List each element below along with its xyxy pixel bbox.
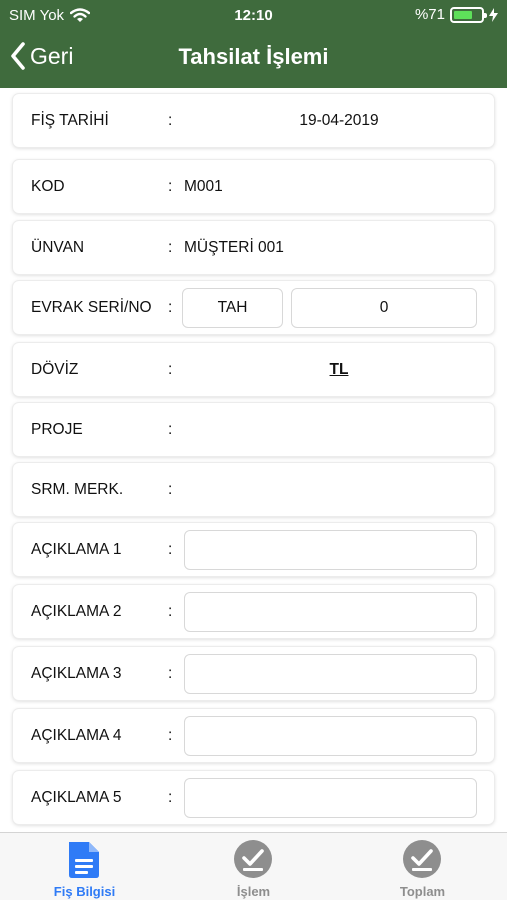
colon: : (168, 421, 173, 438)
aciklama-3-input[interactable] (184, 654, 477, 694)
aciklama-2-input[interactable] (184, 592, 477, 632)
row-aciklama-4: AÇIKLAMA 4 : (13, 709, 494, 762)
evrak-seri-field[interactable]: TAH (182, 288, 283, 328)
fis-tarihi-value[interactable]: 19-04-2019 (184, 94, 494, 147)
aciklama-1-label: AÇIKLAMA 1 (31, 541, 122, 558)
colon: : (168, 727, 173, 744)
aciklama-4-label: AÇIKLAMA 4 (31, 727, 122, 744)
nav-bar: Geri Tahsilat İşlemi (0, 30, 507, 88)
row-aciklama-5: AÇIKLAMA 5 : (13, 771, 494, 824)
battery-percent: %71 (414, 6, 445, 23)
srm-merk-label: SRM. MERK. (31, 481, 124, 498)
tab-bar: Fiş Bilgisi İşlem Toplam (0, 832, 507, 900)
doviz-selector[interactable]: TL (184, 343, 494, 396)
evrak-label: EVRAK SERİ/NO (31, 299, 152, 316)
aciklama-2-label: AÇIKLAMA 2 (31, 603, 122, 620)
aciklama-3-label: AÇIKLAMA 3 (31, 665, 122, 682)
colon: : (168, 361, 173, 378)
row-aciklama-1: AÇIKLAMA 1 : (13, 523, 494, 576)
kod-value: M001 (184, 178, 223, 195)
doviz-label: DÖVİZ (31, 361, 79, 378)
row-fis-tarihi[interactable]: FİŞ TARİHİ : 19-04-2019 (13, 94, 494, 147)
aciklama-4-input[interactable] (184, 716, 477, 756)
row-doviz[interactable]: DÖVİZ : TL (13, 343, 494, 396)
row-proje[interactable]: PROJE : (13, 403, 494, 456)
colon: : (168, 239, 173, 256)
check-circle-icon (234, 840, 272, 878)
charging-bolt-icon (489, 7, 498, 22)
battery-level (454, 10, 473, 19)
page-title: Tahsilat İşlemi (178, 44, 329, 69)
unvan-value: MÜŞTERİ 001 (184, 239, 284, 256)
colon: : (168, 665, 173, 682)
row-kod[interactable]: KOD : M001 (13, 160, 494, 213)
tab-toplam[interactable]: Toplam (338, 837, 507, 899)
unvan-label: ÜNVAN (31, 239, 85, 256)
aciklama-1-input[interactable] (184, 530, 477, 570)
check-circle-icon (403, 840, 441, 878)
proje-label: PROJE (31, 421, 83, 438)
colon: : (168, 112, 173, 129)
aciklama-5-label: AÇIKLAMA 5 (31, 789, 122, 806)
colon: : (168, 299, 173, 316)
colon: : (168, 789, 173, 806)
row-srm-merk[interactable]: SRM. MERK. : (13, 463, 494, 516)
battery-info: %71 (415, 6, 498, 23)
tab-islem[interactable]: İşlem (169, 837, 338, 899)
status-bar: SIM Yok 12:10 %71 (0, 0, 507, 30)
kod-label: KOD (31, 178, 65, 195)
colon: : (168, 481, 173, 498)
aciklama-5-input[interactable] (184, 778, 477, 818)
tab-toplam-label: Toplam (399, 884, 446, 899)
fis-tarihi-label: FİŞ TARİHİ (31, 112, 109, 129)
tab-fis-bilgisi-label: Fiş Bilgisi (53, 884, 116, 899)
row-unvan[interactable]: ÜNVAN : MÜŞTERİ 001 (13, 221, 494, 274)
row-aciklama-2: AÇIKLAMA 2 : (13, 585, 494, 638)
colon: : (168, 541, 173, 558)
battery-icon (450, 6, 487, 23)
document-icon (69, 842, 99, 878)
tab-fis-bilgisi[interactable]: Fiş Bilgisi (0, 837, 169, 899)
receipt-form: FİŞ TARİHİ : 19-04-2019 KOD : M001 ÜNVAN… (0, 88, 507, 832)
row-evrak-seri-no: EVRAK SERİ/NO : TAH 0 (13, 281, 494, 334)
tab-islem-label: İşlem (236, 884, 271, 899)
colon: : (168, 603, 173, 620)
row-aciklama-3: AÇIKLAMA 3 : (13, 647, 494, 700)
colon: : (168, 178, 173, 195)
header: SIM Yok 12:10 %71 Geri Tahsilat İşlemi (0, 0, 507, 88)
evrak-no-field[interactable]: 0 (291, 288, 477, 328)
